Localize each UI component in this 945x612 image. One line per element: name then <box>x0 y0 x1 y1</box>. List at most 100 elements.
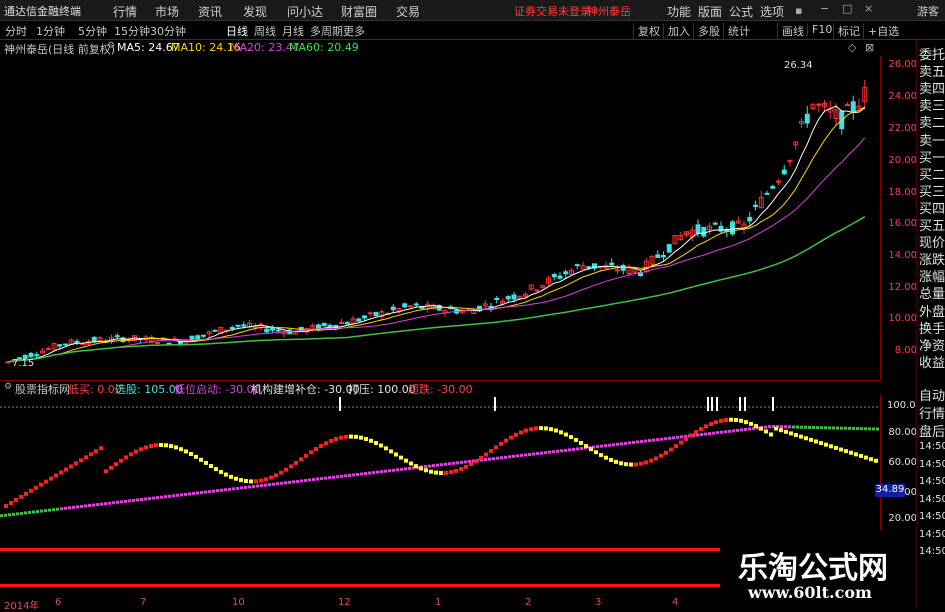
menu-layout[interactable]: 版面 <box>698 3 722 20</box>
mark-button[interactable]: 标记 <box>833 23 860 39</box>
period-15min[interactable]: 15分钟 <box>114 23 150 39</box>
restore-icon[interactable]: □ <box>842 2 852 15</box>
stats-button[interactable]: 统计 <box>723 23 750 39</box>
collapse-icon[interactable]: ▪ <box>795 4 802 17</box>
menu-options[interactable]: 选项 <box>760 3 784 20</box>
side-panel-item[interactable]: 收益 <box>919 352 945 371</box>
adjust-button[interactable]: 复权 <box>633 23 660 39</box>
trend-dot <box>112 501 115 505</box>
date-tick: 1 <box>435 597 442 608</box>
oscillator-dot <box>859 453 863 458</box>
oscillator-dot <box>184 449 188 454</box>
add-button[interactable]: 加入 <box>663 23 690 39</box>
trend-dot <box>232 487 235 491</box>
oscillator-dot <box>54 473 58 478</box>
candle-body <box>344 322 350 325</box>
period-monthly[interactable]: 月线 <box>282 23 304 39</box>
login-warning[interactable]: 证券交易未登录 <box>514 3 591 19</box>
trend-dot <box>64 506 67 510</box>
period-intraday[interactable]: 分时 <box>5 23 27 39</box>
oscillator-dot <box>279 470 283 475</box>
menu-discover[interactable]: 发现 <box>243 3 267 20</box>
oscillator-dot <box>99 446 103 451</box>
indicator-settings-icon[interactable]: ⚙ <box>4 382 12 392</box>
oscillator-dot <box>9 500 13 505</box>
menu-news[interactable]: 资讯 <box>198 3 222 20</box>
minimize-icon[interactable]: − <box>820 2 829 15</box>
trend-dot <box>868 427 871 431</box>
period-multi[interactable]: 多周期 <box>310 23 343 39</box>
candle-body <box>615 269 620 272</box>
side-panel-item[interactable]: 盘后 <box>919 421 945 440</box>
diamond-icon[interactable]: ◇ <box>848 41 856 54</box>
menu-ask[interactable]: 问小达 <box>287 3 323 20</box>
f10-button[interactable]: F10 <box>807 23 832 36</box>
side-panel-item[interactable]: 14:50 <box>919 459 945 470</box>
trend-dot <box>12 512 15 516</box>
side-panel-item[interactable]: 14:50 <box>919 441 945 452</box>
period-daily[interactable]: 日线 <box>226 23 248 39</box>
oscillator-dot <box>189 451 193 456</box>
side-panel-item[interactable]: 14:50 <box>919 511 945 522</box>
close-panel-icon[interactable]: ⊠ <box>865 41 874 54</box>
side-panel-item[interactable]: 自动 <box>919 385 945 404</box>
oscillator-dot <box>374 440 378 445</box>
oscillator-dot <box>364 436 368 441</box>
period-5min[interactable]: 5分钟 <box>78 23 107 39</box>
trend-dot <box>164 495 167 499</box>
side-panel-item[interactable]: 14:50 <box>919 476 945 487</box>
oscillator-dot <box>849 450 853 455</box>
period-30min[interactable]: 30分钟 <box>150 23 186 39</box>
candle-body <box>91 336 97 343</box>
menu-function[interactable]: 功能 <box>667 3 691 20</box>
period-1min[interactable]: 1分钟 <box>36 23 65 39</box>
oscillator-dot <box>234 476 238 481</box>
menu-trade[interactable]: 交易 <box>396 3 420 20</box>
side-panel-item[interactable]: 14:50 <box>919 494 945 505</box>
menu-market-center[interactable]: 市场 <box>155 3 179 20</box>
trend-dot <box>536 452 539 456</box>
price-tick: 12.00 <box>888 282 917 293</box>
side-panel-item[interactable]: 行情 <box>919 403 945 422</box>
date-tick: 6 <box>55 597 62 608</box>
trend-dot <box>820 426 823 430</box>
period-more[interactable]: 更多 <box>343 23 365 39</box>
candle-body <box>241 324 247 327</box>
add-watchlist-button[interactable]: +自选 <box>863 23 899 39</box>
oscillator-dot <box>289 464 293 469</box>
side-panel-item[interactable]: 14:50 <box>919 546 945 557</box>
trend-dot <box>824 426 827 430</box>
trend-dot <box>540 451 543 455</box>
oscillator-dot <box>784 429 788 434</box>
oscillator-dot <box>124 455 128 460</box>
trend-dot <box>128 499 131 503</box>
oscillator-dot <box>239 478 243 483</box>
trend-dot <box>648 439 651 443</box>
oscillator-dot <box>39 482 43 487</box>
trend-dot <box>88 504 91 508</box>
kline-chart[interactable] <box>0 56 915 381</box>
candle-body <box>402 303 408 308</box>
settings-icon[interactable]: ⚙ <box>107 41 115 51</box>
guest-label[interactable]: 游客 <box>917 3 939 19</box>
menu-formula[interactable]: 公式 <box>729 3 753 20</box>
menu-market[interactable]: 行情 <box>113 3 137 20</box>
period-weekly[interactable]: 周线 <box>254 23 276 39</box>
date-tick: 2014年 <box>4 601 40 612</box>
candle-body <box>114 335 120 338</box>
menu-wealth[interactable]: 财富圈 <box>341 3 377 20</box>
trend-dot <box>60 507 63 511</box>
price-tick: 10.00 <box>888 313 917 324</box>
multi-stock-button[interactable]: 多股 <box>693 23 720 39</box>
draw-line-button[interactable]: 画线 <box>777 23 804 39</box>
close-icon[interactable]: × <box>864 2 873 15</box>
candle-body <box>816 103 822 106</box>
trend-dot <box>312 478 315 482</box>
trend-dot <box>140 498 143 501</box>
side-panel-item[interactable]: 14:50 <box>919 529 945 540</box>
indicator-chart[interactable] <box>0 395 880 530</box>
oscillator-dot <box>734 417 738 422</box>
trend-dot <box>768 425 771 429</box>
oscillator-dot <box>874 458 878 463</box>
candle-body <box>270 327 275 331</box>
